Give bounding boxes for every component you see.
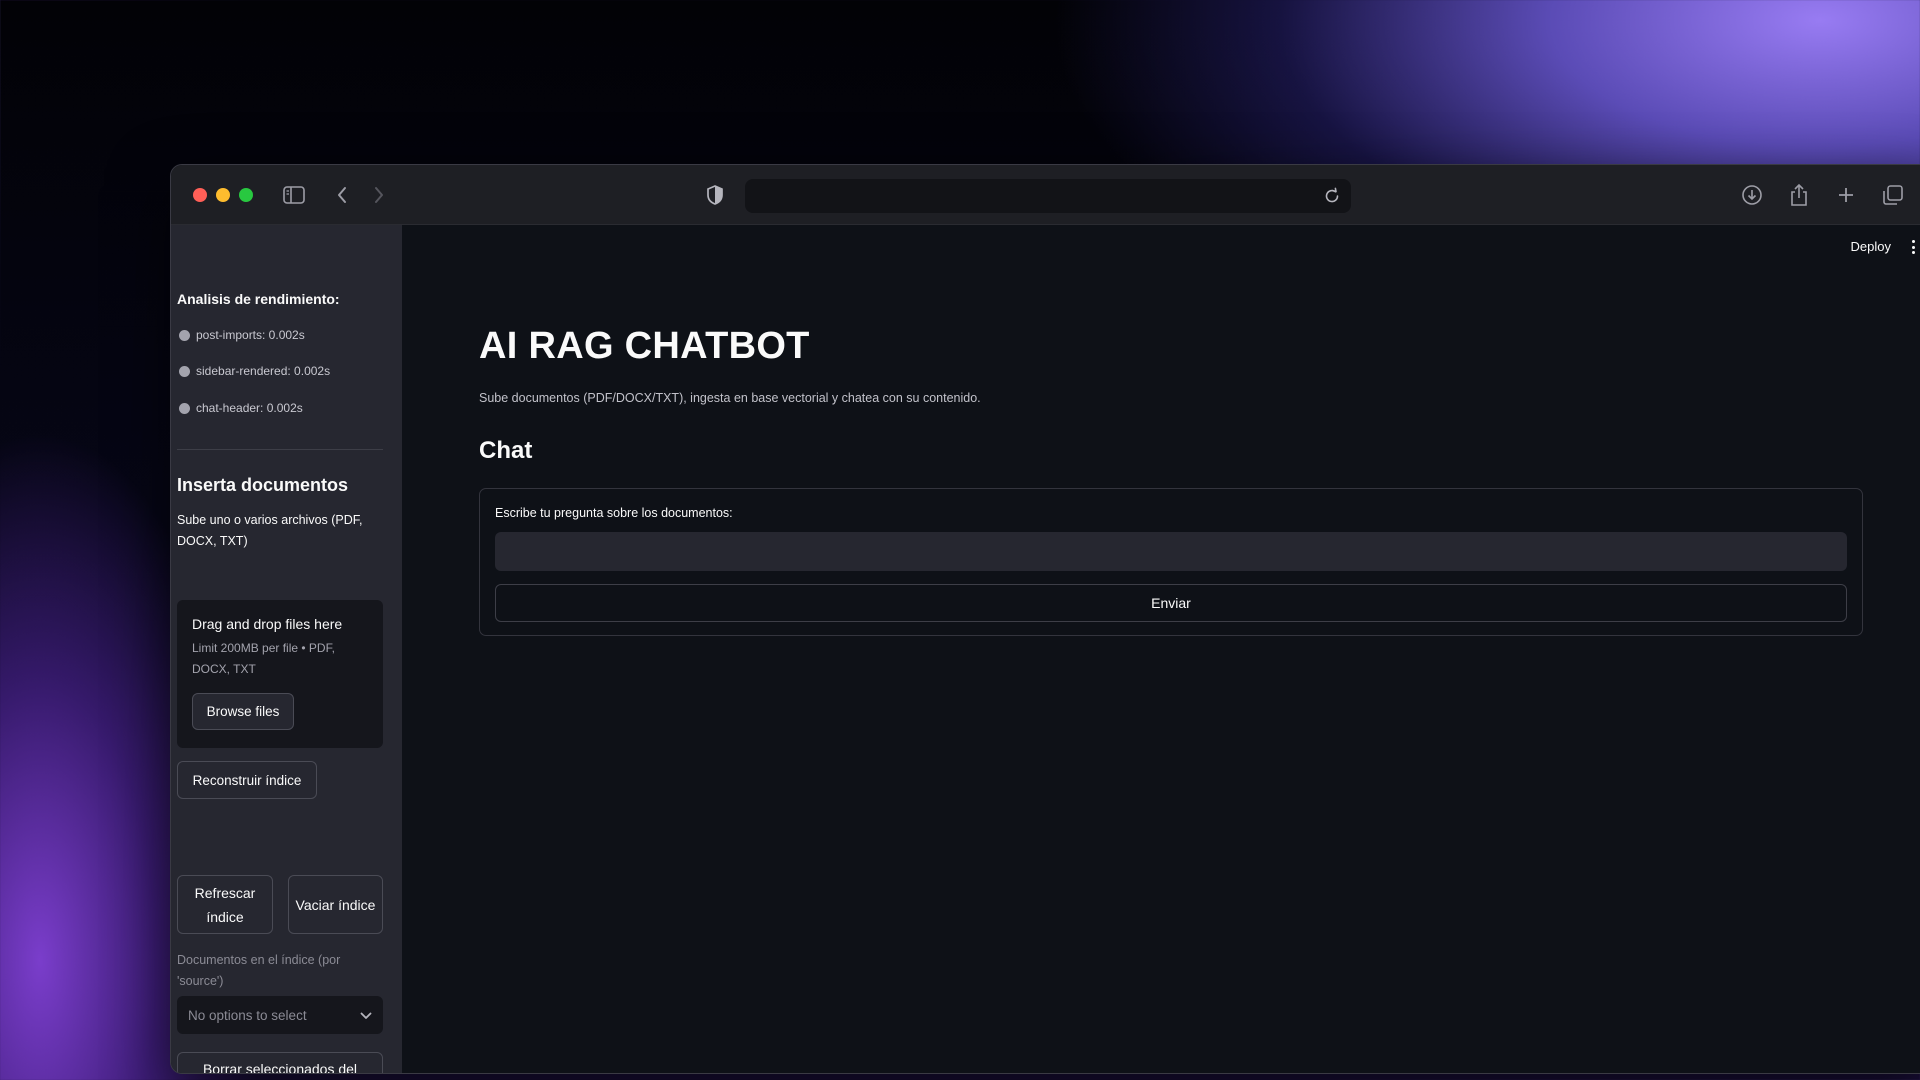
download-icon[interactable] — [1738, 181, 1766, 209]
bullet-icon — [179, 329, 190, 341]
address-bar[interactable] — [745, 179, 1351, 213]
minimize-window-button[interactable] — [216, 188, 230, 202]
perf-item-label: sidebar-rendered: 0.002s — [196, 364, 331, 378]
chevron-down-icon — [360, 1008, 372, 1023]
question-input[interactable] — [495, 532, 1847, 571]
main-content: Deploy AI RAG CHATBOT Sube documentos (P… — [402, 225, 1920, 1073]
perf-item-label: chat-header: 0.002s — [196, 401, 303, 415]
empty-index-button[interactable]: Vaciar índice — [288, 875, 383, 934]
new-tab-icon[interactable] — [1832, 181, 1860, 209]
perf-item: sidebar-rendered: 0.002s — [179, 364, 330, 378]
chat-form: Escribe tu pregunta sobre los documentos… — [479, 488, 1863, 636]
chat-heading: Chat — [479, 437, 533, 464]
perf-title: Analisis de rendimiento: — [177, 291, 340, 307]
deploy-button[interactable]: Deploy — [1851, 239, 1891, 254]
bullet-icon — [179, 402, 190, 414]
sidebar: Analisis de rendimiento: post-imports: 0… — [171, 225, 402, 1073]
bullet-icon — [179, 365, 190, 377]
delete-selected-button[interactable]: Borrar seleccionados del — [177, 1052, 383, 1073]
perf-item-label: post-imports: 0.002s — [196, 328, 305, 342]
upload-section-title: Inserta documentos — [177, 475, 349, 495]
tabs-overview-icon[interactable] — [1879, 181, 1907, 209]
browse-files-button[interactable]: Browse files — [192, 693, 294, 730]
file-dropzone[interactable]: Drag and drop files here Limit 200MB per… — [177, 600, 383, 748]
share-icon[interactable] — [1785, 181, 1813, 209]
shield-icon[interactable] — [701, 181, 729, 209]
reload-icon[interactable] — [1323, 187, 1341, 205]
select-placeholder: No options to select — [188, 1007, 307, 1023]
rebuild-index-button[interactable]: Reconstruir índice — [177, 761, 317, 799]
send-button[interactable]: Enviar — [495, 584, 1847, 622]
page-subtitle: Sube documentos (PDF/DOCX/TXT), ingesta … — [479, 391, 981, 405]
dropzone-title: Drag and drop files here — [192, 616, 343, 632]
dropzone-limit: Limit 200MB per file • PDF, DOCX, TXT — [192, 641, 335, 676]
perf-item: chat-header: 0.002s — [179, 401, 303, 415]
sidebar-toggle-icon[interactable] — [280, 181, 308, 209]
close-window-button[interactable] — [193, 188, 207, 202]
perf-item: post-imports: 0.002s — [179, 328, 305, 342]
refresh-index-button[interactable]: Refrescar índice — [177, 875, 273, 934]
kebab-menu-icon[interactable] — [1907, 237, 1919, 257]
divider — [177, 449, 383, 450]
question-label: Escribe tu pregunta sobre los documentos… — [495, 506, 733, 520]
documents-select-label: Documentos en el índice (por 'source') — [177, 953, 341, 988]
documents-select[interactable]: No options to select — [177, 996, 383, 1034]
forward-icon[interactable] — [365, 181, 393, 209]
browser-window: Analisis de rendimiento: post-imports: 0… — [170, 164, 1920, 1074]
maximize-window-button[interactable] — [239, 188, 253, 202]
page-title: AI RAG CHATBOT — [479, 325, 810, 367]
back-icon[interactable] — [328, 181, 356, 209]
upload-section-subtitle: Sube uno o varios archivos (PDF, DOCX, T… — [177, 513, 363, 548]
browser-toolbar — [171, 165, 1920, 225]
